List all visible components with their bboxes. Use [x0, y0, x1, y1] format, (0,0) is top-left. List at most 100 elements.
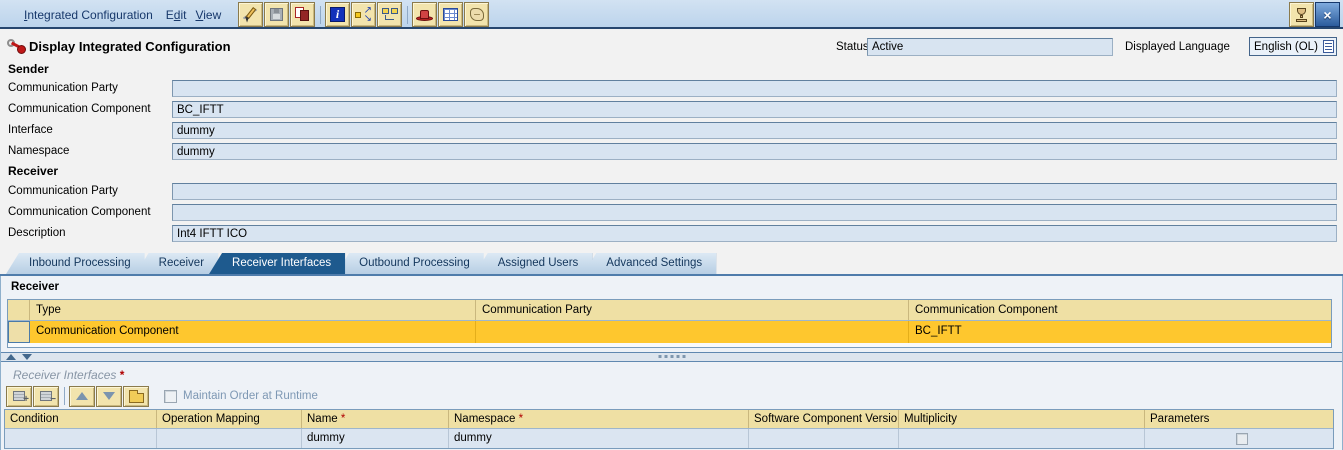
column-header-name[interactable]: Name * [302, 410, 449, 428]
cell-namespace[interactable]: dummy [449, 429, 749, 448]
integrated-configuration-icon [7, 38, 26, 54]
tab-content-panel: Receiver Type Communication Party Commun… [0, 276, 1343, 450]
open-folder-button[interactable] [123, 386, 149, 407]
copy-button[interactable] [290, 2, 315, 27]
receiver-party-label: Communication Party [8, 185, 118, 197]
display-change-button[interactable] [238, 2, 263, 27]
sender-namespace-field[interactable]: dummy [172, 143, 1337, 160]
save-button[interactable] [264, 2, 289, 27]
log-icon [470, 8, 484, 21]
menu-items: Integrated Configuration Edit View [24, 0, 234, 29]
interfaces-table-header: Condition Operation Mapping Name * Names… [5, 410, 1333, 429]
favorites-icon [1295, 7, 1308, 22]
column-header-parameters[interactable]: Parameters [1145, 410, 1333, 428]
sap-window: Integrated Configuration Edit View i ↗↘ … [0, 0, 1343, 450]
close-button[interactable]: × [1315, 2, 1340, 27]
interfaces-table-row[interactable]: dummy dummy [5, 429, 1333, 448]
cell-type[interactable]: Communication Component [30, 321, 476, 343]
toolbar: i ↗↘ [238, 2, 490, 27]
where-used-button[interactable] [377, 2, 402, 27]
collapse-down-icon[interactable] [22, 354, 32, 360]
tab-outbound-processing[interactable]: Outbound Processing [336, 253, 484, 274]
column-header-communication-party[interactable]: Communication Party [476, 300, 909, 320]
row-selector-header [8, 300, 30, 320]
move-down-button[interactable] [96, 386, 122, 407]
cell-condition[interactable] [5, 429, 157, 448]
table-view-button[interactable] [438, 2, 463, 27]
menu-integrated-configuration[interactable]: Integrated Configuration [24, 8, 153, 22]
column-header-communication-component[interactable]: Communication Component [909, 300, 1331, 320]
menu-edit[interactable]: Edit [166, 8, 187, 22]
info-button[interactable]: i [325, 2, 350, 27]
sender-interface-field[interactable]: dummy [172, 122, 1337, 139]
splitter-bar[interactable] [1, 352, 1342, 362]
collapse-up-icon[interactable] [6, 354, 16, 360]
insert-row-button[interactable]: + [6, 386, 32, 407]
cell-communication-party[interactable] [476, 321, 909, 343]
sender-section-title: Sender [8, 62, 49, 76]
move-up-button[interactable] [69, 386, 95, 407]
log-button[interactable] [464, 2, 489, 27]
relations-button[interactable]: ↗↘ [351, 2, 376, 27]
tab-inbound-processing[interactable]: Inbound Processing [6, 253, 145, 274]
sender-interface-label: Interface [8, 124, 53, 136]
relations-icon: ↗↘ [355, 8, 372, 22]
column-header-software-component-version[interactable]: Software Component Version [749, 410, 899, 428]
maintain-order-checkbox[interactable] [164, 390, 177, 403]
receiver-table-footer [8, 343, 1331, 347]
menu-view[interactable]: View [195, 8, 221, 22]
row-selector[interactable] [8, 321, 30, 343]
sender-party-field[interactable] [172, 80, 1337, 97]
status-label: Status [836, 41, 869, 53]
sender-namespace-label: Namespace [8, 145, 69, 157]
receiver-table-row-selected[interactable]: Communication Component BC_IFTT [8, 321, 1331, 343]
column-header-type[interactable]: Type [30, 300, 476, 320]
cell-operation-mapping[interactable] [157, 429, 302, 448]
receiver-component-label: Communication Component [8, 206, 151, 218]
close-icon: × [1323, 7, 1331, 23]
tab-advanced-settings[interactable]: Advanced Settings [583, 253, 716, 274]
column-header-multiplicity[interactable]: Multiplicity [899, 410, 1145, 428]
hat-icon [416, 8, 433, 21]
parameters-checkbox[interactable] [1236, 433, 1248, 445]
required-marker: * [120, 368, 125, 382]
displayed-language-combo[interactable]: English (OL) [1249, 37, 1337, 56]
receiver-section-title: Receiver [8, 164, 58, 178]
favorites-button[interactable] [1289, 2, 1314, 27]
cell-parameters [1145, 429, 1333, 448]
column-header-namespace[interactable]: Namespace * [449, 410, 749, 428]
tab-receiver[interactable]: Receiver [136, 253, 218, 274]
receiver-table: Type Communication Party Communication C… [7, 299, 1332, 348]
sender-component-field[interactable]: BC_IFTT [172, 101, 1337, 118]
tab-receiver-interfaces[interactable]: Receiver Interfaces [209, 253, 345, 274]
splitter-grip-icon[interactable] [658, 355, 685, 358]
column-header-operation-mapping[interactable]: Operation Mapping [157, 410, 302, 428]
receiver-description-label: Description [8, 227, 66, 239]
move-up-icon [76, 392, 88, 400]
copy-icon [295, 7, 311, 22]
cell-name[interactable]: dummy [302, 429, 449, 448]
receiver-component-field[interactable] [172, 204, 1337, 221]
delete-row-button[interactable]: − [33, 386, 59, 407]
cell-software-component-version[interactable] [749, 429, 899, 448]
sender-party-label: Communication Party [8, 82, 118, 94]
where-used-icon [382, 8, 398, 22]
open-folder-icon [129, 393, 144, 403]
toolbar-separator [403, 2, 412, 27]
tab-assigned-users[interactable]: Assigned Users [475, 253, 593, 274]
dropdown-list-icon[interactable] [1323, 40, 1334, 53]
receiver-description-field[interactable]: Int4 IFTT ICO [172, 225, 1337, 242]
cell-communication-component[interactable]: BC_IFTT [909, 321, 1331, 343]
receiver-interfaces-title-text: Receiver Interfaces [13, 368, 116, 382]
displayed-language-value: English (OL) [1254, 41, 1323, 53]
cell-multiplicity[interactable] [899, 429, 1145, 448]
column-header-condition[interactable]: Condition [5, 410, 157, 428]
hat-button[interactable] [412, 2, 437, 27]
toolbar-separator [316, 2, 325, 27]
info-icon: i [330, 7, 345, 22]
page-title: Display Integrated Configuration [29, 39, 231, 54]
status-field[interactable]: Active [867, 38, 1113, 56]
window-controls: × [1289, 2, 1341, 27]
receiver-party-field[interactable] [172, 183, 1337, 200]
tab-strip: Inbound Processing Receiver Receiver Int… [6, 253, 716, 274]
